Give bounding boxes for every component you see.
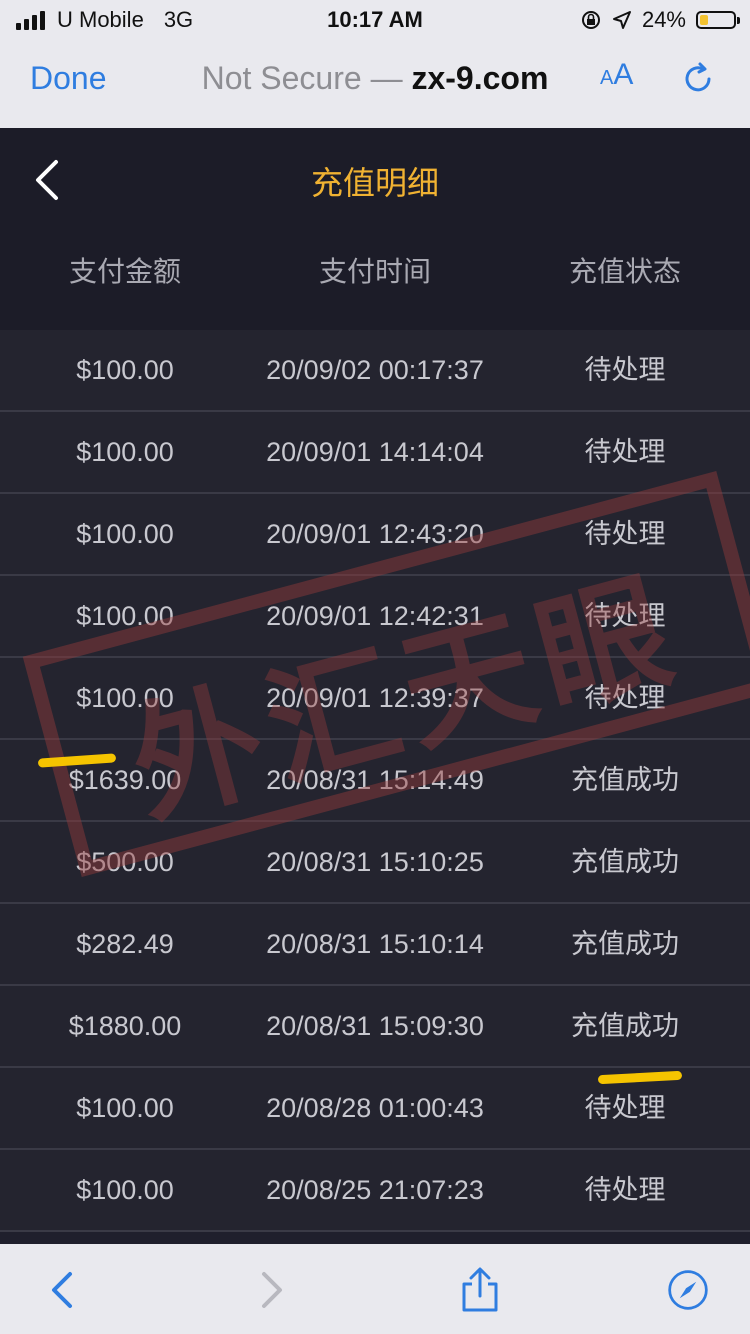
table-row: $100.00 20/09/01 12:42:31 待处理 bbox=[0, 576, 750, 658]
amount-cell: $100.00 bbox=[76, 683, 174, 713]
table-row: $282.49 20/08/31 15:10:14 充值成功 bbox=[0, 904, 750, 986]
column-header-time: 支付时间 bbox=[318, 256, 431, 287]
table-row: $100.00 20/09/01 14:14:04 待处理 bbox=[0, 412, 750, 494]
time-cell: 20/08/31 15:09:30 bbox=[266, 1011, 484, 1041]
table-row: $100.00 20/09/01 12:43:20 待处理 bbox=[0, 494, 750, 576]
location-arrow-icon bbox=[612, 11, 631, 29]
status-cell: 待处理 bbox=[584, 519, 666, 549]
amount-cell: $100.00 bbox=[76, 1175, 174, 1205]
time-cell: 20/08/28 01:00:43 bbox=[266, 1093, 484, 1123]
status-cell: 充值成功 bbox=[571, 765, 679, 795]
browser-toolbar bbox=[0, 1244, 750, 1334]
column-header-status: 充值状态 bbox=[568, 256, 681, 287]
reader-text-size-button[interactable]: AA bbox=[600, 58, 633, 92]
recharge-records-table: $100.00 20/09/02 00:17:37 待处理 $100.00 20… bbox=[0, 330, 750, 1232]
table-row: $100.00 20/08/28 01:00:43 待处理 bbox=[0, 1068, 750, 1150]
compass-icon[interactable] bbox=[666, 1266, 710, 1314]
arrow-right-icon[interactable] bbox=[248, 1266, 292, 1314]
time-cell: 20/09/01 12:39:37 bbox=[266, 683, 484, 713]
time-cell: 20/08/31 15:14:49 bbox=[266, 765, 484, 795]
amount-cell: $1880.00 bbox=[68, 1011, 182, 1041]
time-cell: 20/08/31 15:10:25 bbox=[266, 847, 484, 877]
status-cell: 待处理 bbox=[584, 355, 666, 385]
table-row: $100.00 20/09/01 12:39:37 待处理 bbox=[0, 658, 750, 740]
table-row: $1880.00 20/08/31 15:09:30 充值成功 bbox=[0, 986, 750, 1068]
reload-icon[interactable] bbox=[678, 58, 718, 98]
status-bar: U Mobile 3G 10:17 AM 24% bbox=[0, 0, 750, 42]
page-title: 充值明细 bbox=[310, 165, 439, 201]
amount-cell: $100.00 bbox=[76, 355, 174, 385]
status-cell: 充值成功 bbox=[571, 929, 679, 959]
not-secure-label: Not Secure — bbox=[201, 60, 403, 96]
time-cell: 20/09/01 14:14:04 bbox=[266, 437, 484, 467]
status-cell: 待处理 bbox=[584, 1175, 666, 1205]
status-cell: 充值成功 bbox=[571, 1011, 679, 1041]
amount-cell: $1639.00 bbox=[68, 765, 182, 795]
rotation-lock-icon bbox=[581, 11, 600, 29]
table-row: $1639.00 20/08/31 15:14:49 充值成功 bbox=[0, 740, 750, 822]
status-cell: 充值成功 bbox=[571, 847, 679, 877]
column-header-amount: 支付金额 bbox=[68, 256, 181, 287]
battery-icon bbox=[696, 11, 740, 29]
url-display[interactable]: Not Secure — zx-9.com bbox=[0, 60, 750, 97]
amount-cell: $500.00 bbox=[76, 847, 174, 877]
browser-chrome: U Mobile 3G 10:17 AM 24% Done Not Secure… bbox=[0, 0, 750, 128]
amount-cell: $100.00 bbox=[76, 519, 174, 549]
url-domain: zx-9.com bbox=[411, 60, 549, 96]
battery-percent: 24% bbox=[641, 7, 686, 32]
table-row: $100.00 20/09/02 00:17:37 待处理 bbox=[0, 330, 750, 412]
amount-cell: $282.49 bbox=[76, 929, 174, 959]
page-header: 充值明细 支付金额 支付时间 充值状态 bbox=[0, 128, 750, 330]
time-cell: 20/08/25 21:07:23 bbox=[266, 1175, 484, 1205]
table-row: $100.00 20/08/25 21:07:23 待处理 bbox=[0, 1150, 750, 1232]
amount-cell: $100.00 bbox=[76, 437, 174, 467]
table-row: $500.00 20/08/31 15:10:25 充值成功 bbox=[0, 822, 750, 904]
status-cell: 待处理 bbox=[584, 1093, 666, 1123]
time-cell: 20/09/02 00:17:37 bbox=[266, 355, 484, 385]
amount-cell: $100.00 bbox=[76, 1093, 174, 1123]
time-cell: 20/09/01 12:42:31 bbox=[266, 601, 484, 631]
status-cell: 待处理 bbox=[584, 601, 666, 631]
arrow-left-icon[interactable] bbox=[42, 1266, 86, 1314]
status-cell: 待处理 bbox=[584, 683, 666, 713]
amount-cell: $100.00 bbox=[76, 601, 174, 631]
time-cell: 20/09/01 12:43:20 bbox=[266, 519, 484, 549]
status-cell: 待处理 bbox=[584, 437, 666, 467]
browser-nav-bar: Done Not Secure — zx-9.com AA bbox=[0, 42, 750, 128]
time-cell: 20/08/31 15:10:14 bbox=[266, 929, 484, 959]
share-icon[interactable] bbox=[458, 1266, 502, 1314]
